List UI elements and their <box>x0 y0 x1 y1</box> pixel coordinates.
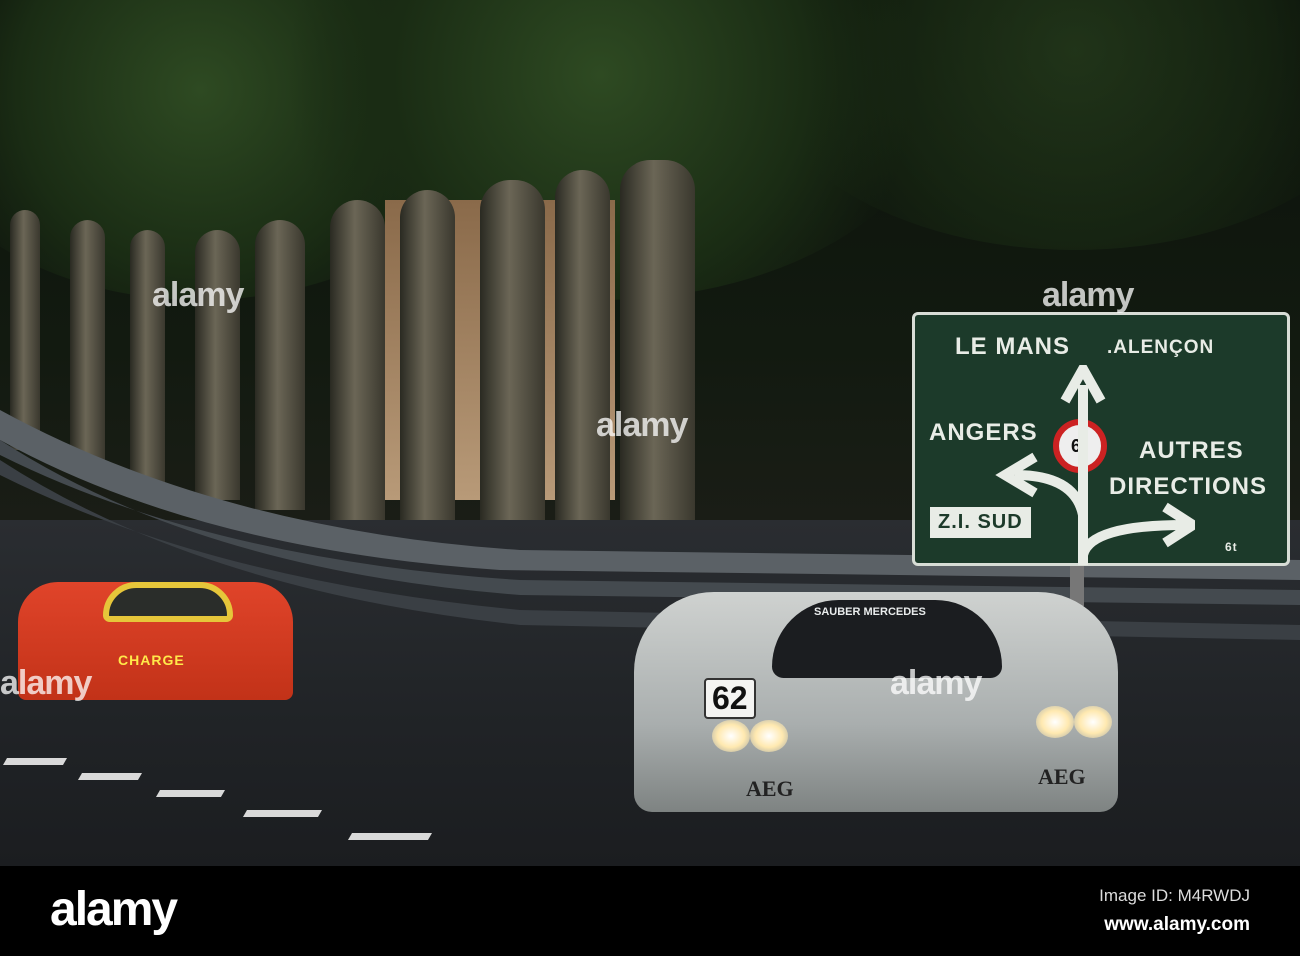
windscreen-banner: SAUBER MERCEDES <box>814 606 926 618</box>
watermark: alamy <box>1042 276 1134 314</box>
lane-marking <box>242 810 323 817</box>
truck-limit: 6t <box>1225 540 1238 554</box>
sign-le-mans: LE MANS <box>955 333 1070 360</box>
site-url: www.alamy.com <box>1104 914 1250 935</box>
watermark: alamy <box>152 276 244 314</box>
sign-alencon: .ALENÇON <box>1107 337 1215 358</box>
watermark: alamy <box>0 664 92 702</box>
lane-marking <box>347 833 433 840</box>
lane-marking <box>77 773 143 780</box>
headlight <box>750 720 788 752</box>
cockpit <box>103 582 233 622</box>
image-id: Image ID: M4RWDJ <box>1099 886 1250 905</box>
watermark: alamy <box>890 664 982 702</box>
watermark: alamy <box>596 406 688 444</box>
sponsor-right: AEG <box>1038 764 1086 789</box>
car-sponsor: CHARGE <box>118 652 185 668</box>
road-sign: LE MANS .ALENÇON ANGERS 6t AUTRES DIRECT… <box>912 312 1290 566</box>
lead-race-car: SAUBER MERCEDES 62 AEG AEG <box>634 592 1118 812</box>
headlight <box>1036 706 1074 738</box>
alamy-logo: alamy <box>50 883 178 936</box>
footer-bar: alamy Image ID: M4RWDJ www.alamy.com <box>0 866 1300 956</box>
headlight <box>712 720 750 752</box>
arrows-icon <box>995 365 1195 565</box>
lane-marking <box>155 790 226 797</box>
photo: LE MANS .ALENÇON ANGERS 6t AUTRES DIRECT… <box>0 0 1300 866</box>
sponsor-left: AEG <box>746 776 794 801</box>
lane-marking <box>2 758 68 765</box>
headlight <box>1074 706 1112 738</box>
race-number: 62 <box>704 678 756 719</box>
